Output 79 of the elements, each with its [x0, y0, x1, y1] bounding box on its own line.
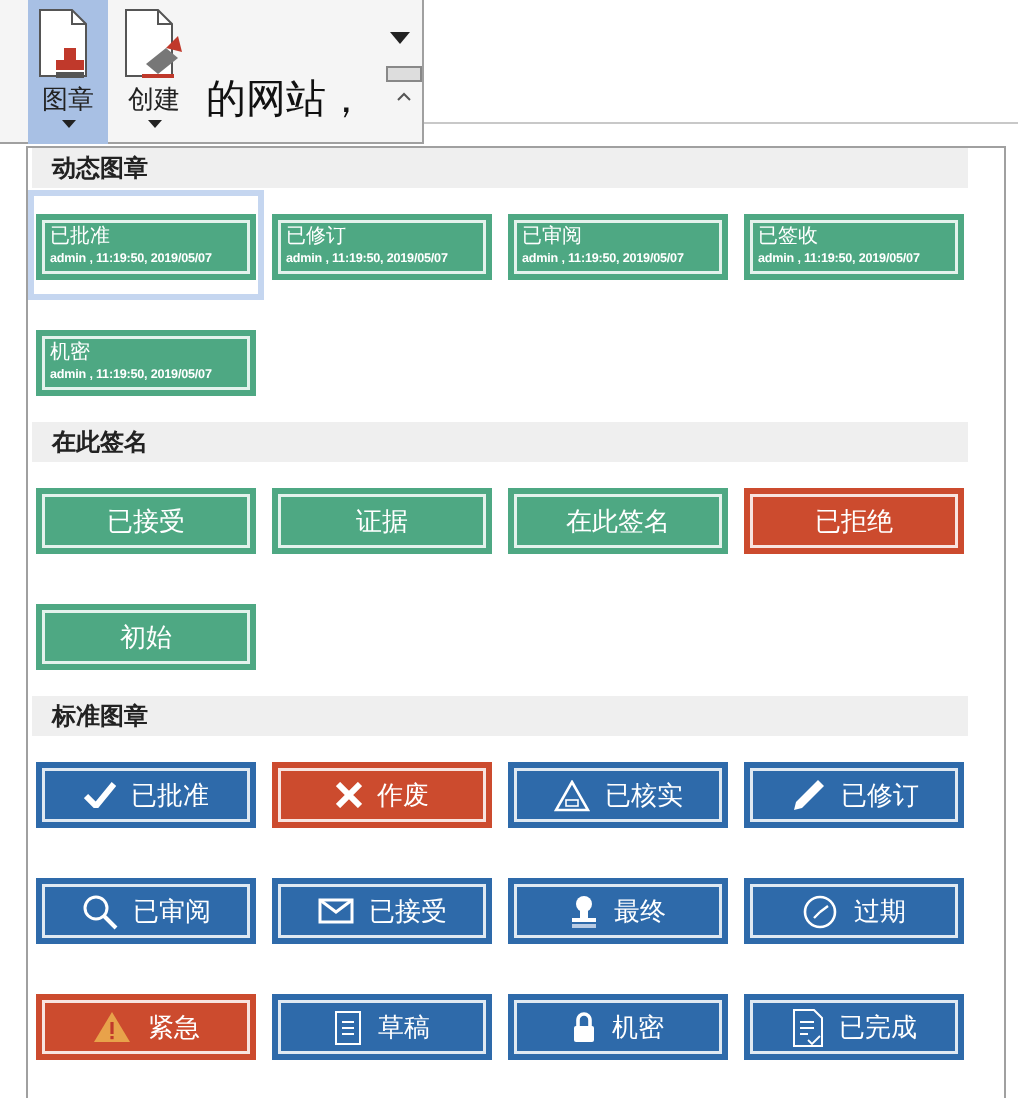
stamp-option[interactable]: 初始	[28, 580, 264, 690]
caret-icon	[61, 120, 75, 128]
stamp-label: 过期	[854, 895, 906, 929]
document-lines-icon	[334, 1009, 362, 1045]
stamp-option[interactable]: 已完成	[736, 970, 972, 1080]
close-icon	[335, 782, 361, 808]
stamp-label: 已核实	[605, 779, 683, 813]
stamp-option[interactable]: 已批准	[28, 738, 264, 848]
stamp-option[interactable]: 证据	[264, 464, 500, 574]
ribbon-button[interactable]: 图章	[28, 0, 108, 144]
stamp-label: 已拒绝	[815, 505, 893, 539]
stamp-label: 证据	[356, 505, 408, 539]
document-pen-icon	[122, 8, 186, 80]
stamp-label: 已接受	[369, 895, 447, 929]
stamp-option[interactable]: 作废	[264, 738, 500, 848]
search-icon	[81, 893, 117, 929]
dropdown-arrow-icon[interactable]	[390, 32, 410, 44]
caret-icon	[147, 120, 161, 128]
stamp-option[interactable]: 草稿	[264, 970, 500, 1080]
stamp-button[interactable]: 作废	[272, 762, 492, 828]
stamp-button[interactable]: 草稿	[272, 994, 492, 1060]
stamp-button[interactable]: 初始	[36, 604, 256, 670]
stamp-button[interactable]: 已批准	[36, 762, 256, 828]
ribbon-button[interactable]: 创建	[108, 0, 200, 144]
stamp-option[interactable]: 机密	[500, 970, 736, 1080]
stamp-button[interactable]: 紧急	[36, 994, 256, 1060]
stamp-option[interactable]: 已拒绝	[736, 464, 972, 574]
stamp-title: 已审阅	[522, 226, 584, 250]
stamp-label: 已批准	[131, 779, 209, 813]
lock-icon	[572, 1011, 596, 1043]
stamp-option[interactable]: 已接受	[28, 464, 264, 574]
stamp-button[interactable]: 已接受	[36, 488, 256, 554]
stamp-button[interactable]: 在此签名	[508, 488, 728, 554]
stamp-label: 已修订	[841, 779, 919, 813]
stamp-button[interactable]: 已完成	[744, 994, 964, 1060]
stamp-button[interactable]: 最终	[508, 878, 728, 944]
stamp-option[interactable]: 已核实	[500, 738, 736, 848]
stamp-button[interactable]: 证据	[272, 488, 492, 554]
stamp-button[interactable]: 机密	[508, 994, 728, 1060]
stamp-title: 机密	[50, 342, 92, 366]
envelope-icon	[317, 898, 353, 924]
stamp-button[interactable]: 已核实	[508, 762, 728, 828]
stamp-option[interactable]: 紧急	[28, 970, 264, 1080]
triangle-icon	[553, 779, 589, 811]
stamp-icon	[570, 893, 598, 929]
stamp-button[interactable]: 已审阅	[36, 878, 256, 944]
stamp-label: 草稿	[378, 1011, 430, 1045]
stamp-button[interactable]: 已拒绝	[744, 488, 964, 554]
warning-icon	[92, 1010, 132, 1044]
stamp-title: 已签收	[758, 226, 820, 250]
stamp-label: 初始	[120, 621, 172, 655]
stamp-button[interactable]: 已接受	[272, 878, 492, 944]
stamp-label: 最终	[614, 895, 666, 929]
stamp-label: 已完成	[839, 1011, 917, 1045]
stamp-title: 已修订	[286, 226, 348, 250]
stamp-option[interactable]: 已审阅	[28, 854, 264, 964]
stamp-label: 机密	[612, 1011, 664, 1045]
stamp-label: 在此签名	[566, 505, 670, 539]
stamp-label: 已接受	[107, 505, 185, 539]
stamp-option[interactable]: 在此签名	[500, 464, 736, 574]
section-header: 动态图章	[32, 148, 968, 188]
stamp-button[interactable]: 过期	[744, 878, 964, 944]
stamp-button[interactable]: 已修订	[744, 762, 964, 828]
stamp-label: 已审阅	[133, 895, 211, 929]
scroll-up-icon[interactable]	[386, 66, 422, 106]
document-text: 的网站，	[206, 72, 366, 126]
stamp-label: 作废	[377, 779, 429, 813]
stamp-option[interactable]: 已接受	[264, 854, 500, 964]
stamp-option[interactable]: 最终	[500, 854, 736, 964]
stamp-label: 紧急	[148, 1011, 200, 1045]
section-header: 标准图章	[32, 696, 968, 736]
pencil-icon	[789, 777, 825, 813]
clock-icon	[802, 893, 838, 929]
section-header: 在此签名	[32, 422, 968, 462]
stamp-title: 已批准	[50, 226, 112, 250]
stamp-option[interactable]: 已修订	[736, 738, 972, 848]
stamp-option[interactable]: 过期	[736, 854, 972, 964]
document-check-icon	[791, 1007, 823, 1047]
check-icon	[83, 782, 115, 808]
